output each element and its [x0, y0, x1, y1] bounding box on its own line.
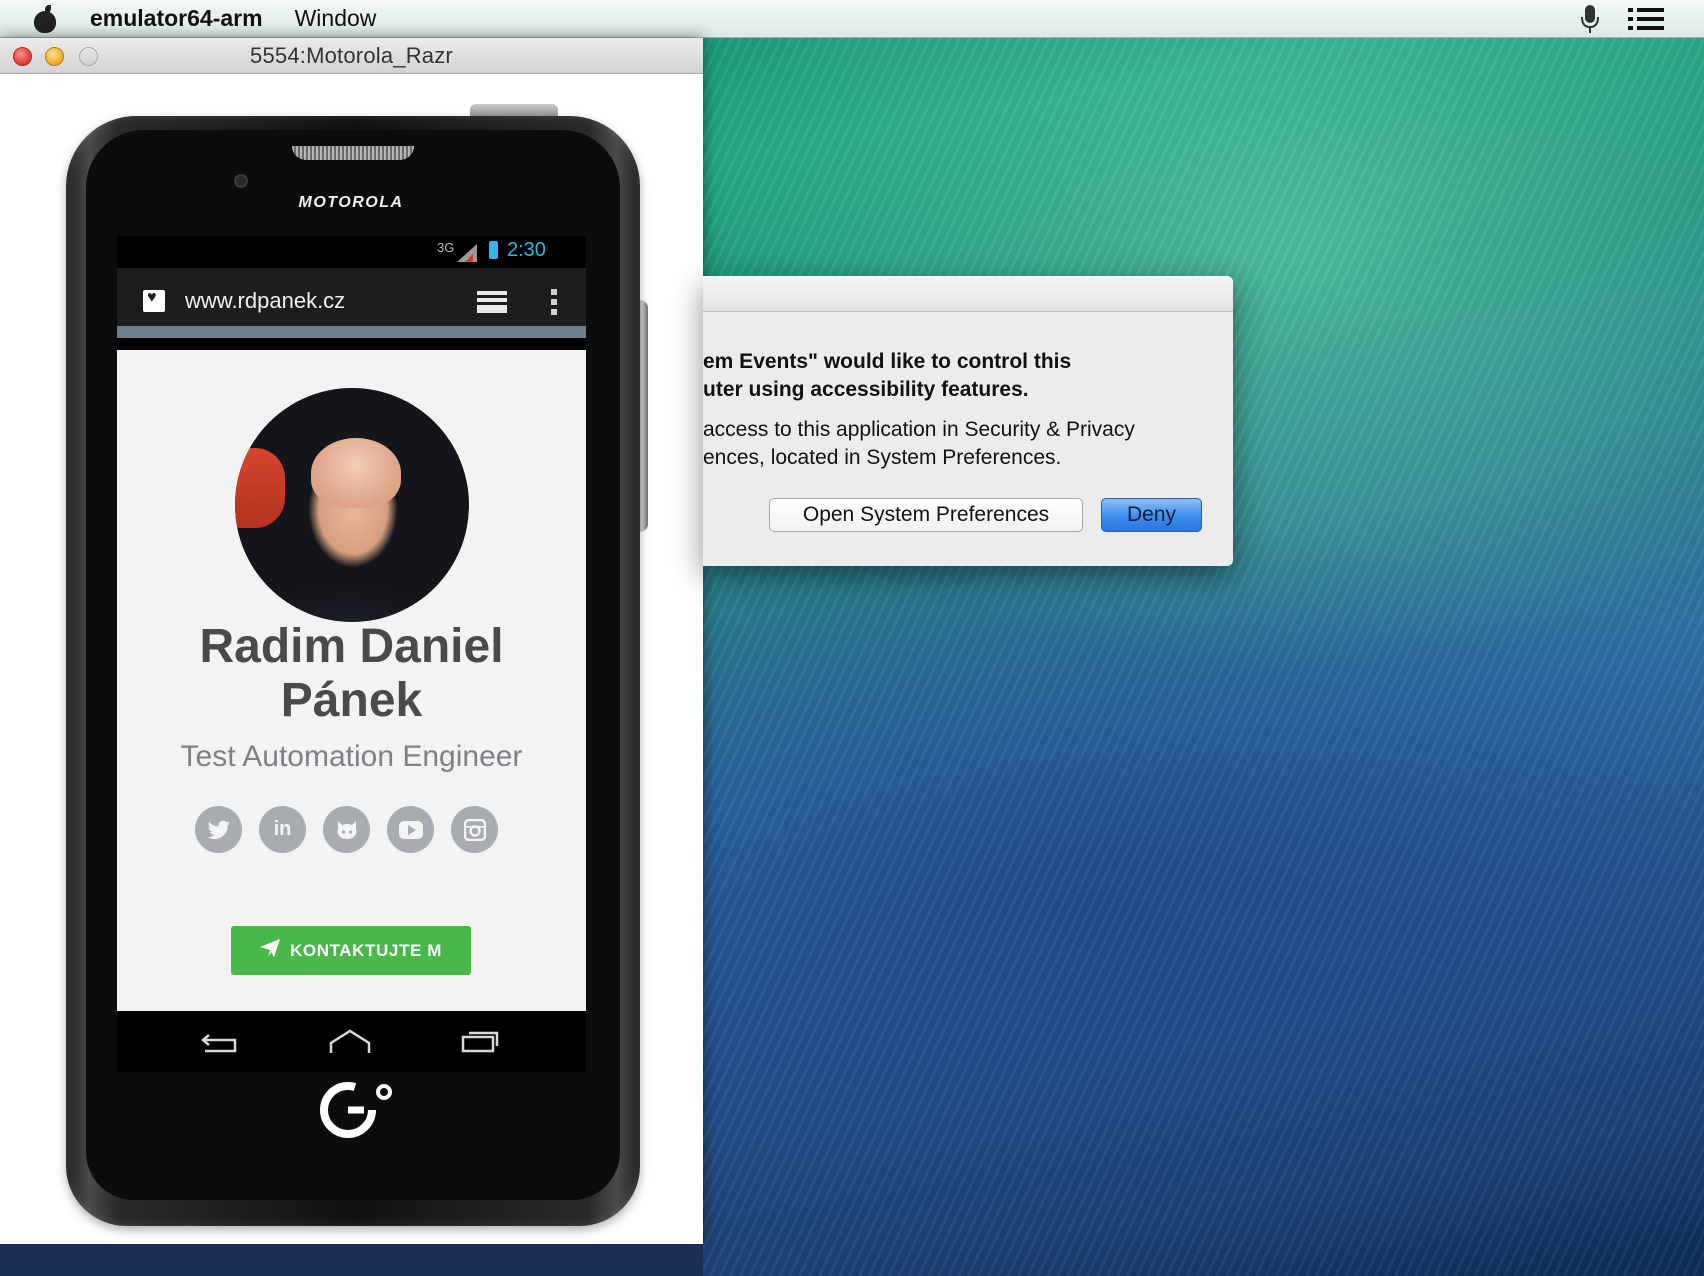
contact-button[interactable]: KONTAKTUJTE M: [231, 926, 471, 975]
dialog-title-line1: em Events" would like to control this: [703, 350, 1072, 373]
profile-name-line1: Radim Daniel: [199, 620, 504, 673]
android-status-bar: 3G 2:30: [117, 236, 586, 268]
tabs-icon[interactable]: [477, 291, 507, 318]
menu-bar: emulator64-arm Window: [0, 0, 1704, 38]
dialog-body-line1: access to this application in Security &…: [703, 418, 1135, 441]
instagram-icon[interactable]: [451, 806, 498, 853]
deny-button[interactable]: Deny: [1101, 498, 1202, 532]
web-page: Radim Daniel Pánek Test Automation Engin…: [117, 350, 586, 1011]
menu-extras: [1580, 3, 1664, 35]
accessibility-dialog: em Events" would like to control this ut…: [703, 276, 1233, 566]
browser-toolbar: www.rdpanek.cz: [117, 268, 586, 338]
android-nav-bar: [117, 1011, 586, 1072]
paper-plane-icon: [260, 939, 280, 962]
dialog-body-line2: ences, located in System Preferences.: [703, 446, 1062, 469]
recent-apps-icon[interactable]: [461, 1031, 499, 1058]
home-icon[interactable]: [329, 1029, 371, 1060]
desktop-wallpaper: [700, 38, 1704, 1276]
front-camera: [234, 174, 248, 188]
bookmark-icon[interactable]: [143, 289, 165, 312]
g3-logo-icon: [318, 1078, 398, 1147]
contact-button-label: KONTAKTUJTE M: [290, 940, 442, 960]
youtube-icon[interactable]: [387, 806, 434, 853]
apple-menu-icon[interactable]: [28, 4, 68, 34]
profile-name: Radim Daniel Pánek: [117, 620, 586, 728]
dialog-message-title: em Events" would like to control this ut…: [703, 348, 1071, 404]
dialog-title-line2: uter using accessibility features.: [703, 378, 1029, 401]
profile-photo: [235, 388, 469, 622]
url-field[interactable]: www.rdpanek.cz: [185, 288, 345, 314]
dialog-message-body: access to this application in Security &…: [703, 416, 1135, 472]
menu-item-window[interactable]: Window: [295, 5, 377, 32]
menu-app-name[interactable]: emulator64-arm: [90, 5, 263, 32]
phone-screen: 3G 2:30 www.rdpanek.cz Radim Daniel Páne…: [117, 236, 586, 1072]
github-icon[interactable]: [323, 806, 370, 853]
microphone-icon[interactable]: [1580, 3, 1600, 35]
profile-name-line2: Pánek: [280, 674, 423, 727]
battery-icon: [489, 241, 498, 259]
signal-icon: [457, 244, 477, 267]
window-titlebar[interactable]: 5554:Motorola_Razr: [0, 38, 703, 74]
twitter-icon[interactable]: [195, 806, 242, 853]
earpiece-speaker: [292, 146, 414, 160]
notification-list-icon[interactable]: [1628, 7, 1664, 31]
open-system-preferences-button[interactable]: Open System Preferences: [769, 498, 1083, 532]
profile-job-title: Test Automation Engineer: [180, 740, 523, 773]
window-title: 5554:Motorola_Razr: [250, 43, 453, 68]
social-links: in: [195, 806, 498, 853]
back-icon[interactable]: [201, 1029, 239, 1060]
dialog-header: [703, 276, 1233, 312]
overflow-menu-icon[interactable]: [550, 289, 558, 320]
status-time: 2:30: [507, 239, 546, 261]
desktop-bottom: [0, 1244, 703, 1276]
linkedin-icon[interactable]: in: [259, 806, 306, 853]
network-type: 3G: [437, 240, 455, 255]
brand-logo: MOTOROLA: [298, 194, 404, 211]
